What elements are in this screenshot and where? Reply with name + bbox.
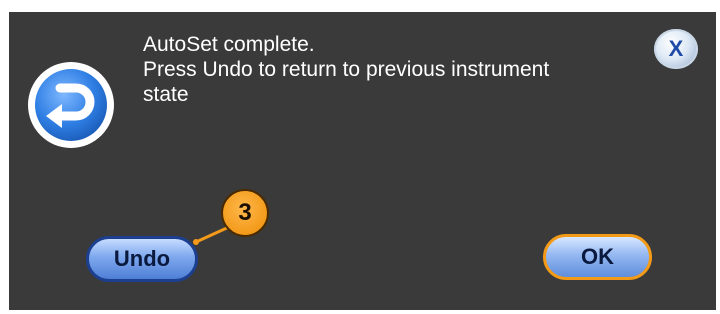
undo-button-label: Undo [113, 246, 171, 271]
undo-arrow-icon [26, 60, 116, 150]
ok-button-label: OK [581, 244, 614, 269]
undo-button[interactable]: Undo [86, 236, 198, 282]
message-line-2: Press Undo to return to previous instrum… [143, 58, 550, 81]
message-line-3: state [143, 83, 189, 106]
ok-button[interactable]: OK [543, 234, 652, 280]
callout-number: 3 [238, 199, 252, 226]
close-button[interactable]: X [654, 29, 698, 69]
message-line-1: AutoSet complete. [143, 33, 315, 56]
callout-badge: 3 [221, 189, 269, 237]
close-x-icon: X [668, 36, 684, 61]
dialog-message: AutoSet complete. Press Undo to return t… [143, 32, 593, 107]
